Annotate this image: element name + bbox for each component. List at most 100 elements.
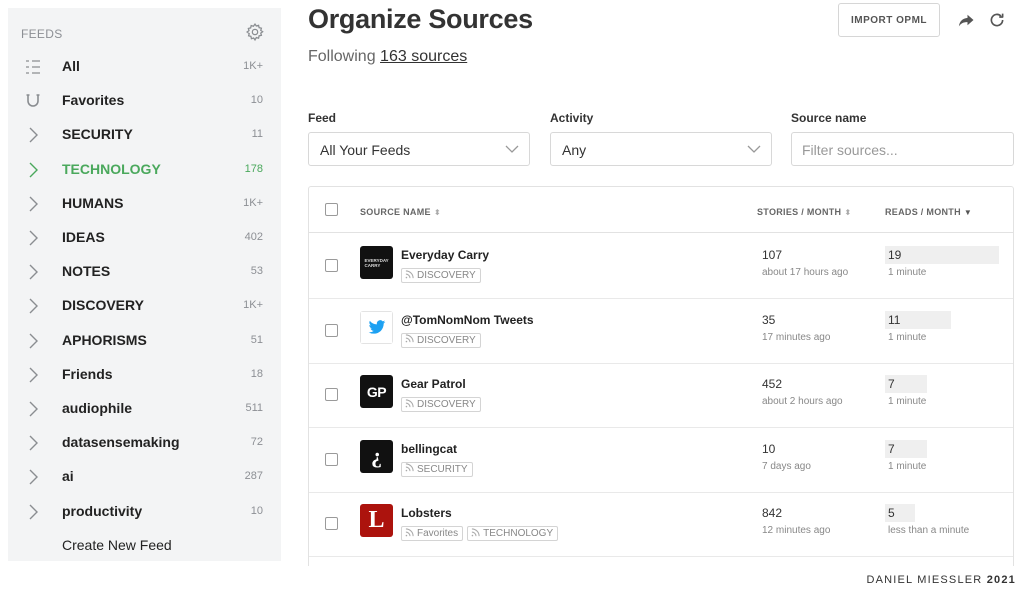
chevron-right-icon [24,263,42,281]
sidebar-item-discovery[interactable]: DISCOVERY 1K+ [8,289,281,323]
chevron-right-icon [24,229,42,247]
sidebar-item-label: Favorites [62,92,125,109]
sidebar-item-security[interactable]: SECURITY 11 [8,118,281,152]
feed-tag[interactable]: DISCOVERY [401,332,481,348]
stories-count: 107 [762,248,783,262]
reads-time: 1 minute [888,460,927,472]
credit-year: 2021 [986,574,1016,586]
share-icon[interactable] [957,11,975,29]
create-new-feed-link[interactable]: Create New Feed [62,537,172,553]
chevron-down-icon [747,145,761,153]
source-tags: DISCOVERY [401,397,481,413]
feed-tag-label: TECHNOLOGY [483,528,554,540]
chevron-right-icon [24,366,42,384]
sidebar-item-count: 51 [250,333,263,346]
column-stories-label: STORIES / MONTH [757,207,842,217]
stories-count: 842 [762,506,783,521]
source-name[interactable]: bellingcat [401,442,457,456]
sidebar-item-label: ai [62,468,74,485]
sidebar-item-datasensemaking[interactable]: datasensemaking 72 [8,426,281,460]
row-checkbox[interactable] [325,259,338,272]
chevron-right-icon [24,332,42,350]
select-all-checkbox[interactable] [325,203,338,216]
sidebar-item-productivity[interactable]: productivity 10 [8,495,281,529]
sidebar-item-all[interactable]: All 1K+ [8,50,281,84]
following-sources-link[interactable]: 163 sources [380,48,467,65]
source-tags: DISCOVERY [401,268,481,283]
source-name-filter-label: Source name [791,111,867,125]
sidebar-item-ideas[interactable]: IDEAS 402 [8,221,281,255]
column-stories-month[interactable]: STORIES / MONTH ⬍ [757,207,851,217]
rss-icon [405,269,414,282]
sidebar-item-audiophile[interactable]: audiophile 511 [8,392,281,426]
rss-icon [471,528,480,540]
activity-select-value: Any [562,142,587,158]
table-row[interactable]: GP Gear Patrol DISCOVERY 452 about 2 hours a… [309,363,1013,429]
table-row[interactable]: L Lobsters Favorites TECHNOLOGY 842 12 minute… [309,492,1013,558]
table-row[interactable]: ¿ bellingcat SECURITY 10 7 days ago 7 1 minute [309,428,1013,493]
chevron-right-icon [24,468,42,486]
source-name[interactable]: @TomNomNom Tweets [401,313,534,327]
table-row[interactable]: @TomNomNom Tweets DISCOVERY 35 17 minutes a… [309,299,1013,364]
source-name[interactable]: Gear Patrol [401,377,466,391]
feed-tag[interactable]: SECURITY [401,461,473,477]
sort-descending-icon: ▼ [963,208,973,217]
reads-time: 1 minute [888,331,927,343]
sort-icon: ⬍ [433,208,441,217]
sidebar-item-label: productivity [62,502,143,519]
following-summary: Following 163 sources [308,48,467,66]
sidebar-header: FEEDS [8,8,281,56]
column-reads-month[interactable]: READS / MONTH ▼ [885,207,972,217]
column-source-name-label: SOURCE NAME [360,207,431,217]
sidebar-item-count: 511 [245,402,263,414]
row-checkbox[interactable] [325,388,338,402]
column-reads-label: READS / MONTH [885,207,961,217]
sidebar-item-label: NOTES [62,263,111,280]
feed-tag[interactable]: DISCOVERY [401,268,481,283]
row-checkbox[interactable] [325,452,338,466]
sidebar-item-friends[interactable]: Friends 18 [8,358,281,392]
feed-tag[interactable]: DISCOVERY [401,397,481,413]
source-name[interactable]: Everyday Carry [401,248,489,262]
sidebar-item-notes[interactable]: NOTES 53 [8,255,281,289]
chevron-right-icon [24,297,42,315]
activity-filter-label: Activity [550,111,594,125]
row-checkbox[interactable] [325,323,338,337]
stories-last-updated: about 2 hours ago [762,396,843,408]
chevron-right-icon [24,400,42,418]
source-name[interactable]: Lobsters [401,506,452,520]
feed-tag[interactable]: TECHNOLOGY [467,526,559,542]
reads-time: 1 minute [888,267,927,278]
stories-count: 35 [762,312,776,327]
horseshoe-icon [24,92,42,110]
bellingcat-logo: ¿ [360,439,393,473]
sidebar-item-humans[interactable]: HUMANS 1K+ [8,187,281,221]
table-row[interactable]: EVERYDAY CARRY Everyday Carry DISCOVERY 107… [309,234,1013,299]
stories-count: 10 [762,441,776,456]
rss-icon [405,528,414,540]
sidebar-item-label: SECURITY [62,126,133,143]
column-source-name[interactable]: SOURCE NAME ⬍ [360,207,441,217]
import-opml-button[interactable]: IMPORT OPML [838,3,940,37]
chevron-down-icon [505,145,519,153]
refresh-icon[interactable] [988,11,1006,29]
gear-icon[interactable] [245,22,265,42]
source-tags: DISCOVERY [401,332,481,348]
source-name-input[interactable]: Filter sources... [791,132,1014,166]
source-tags: SECURITY [401,461,473,477]
row-checkbox[interactable] [325,517,338,531]
sidebar-item-aphorisms[interactable]: APHORISMS 51 [8,324,281,358]
feed-select-value: All Your Feeds [320,142,411,158]
lobsters-logo: L [360,504,393,538]
sidebar-item-ai[interactable]: ai 287 [8,460,281,494]
sidebar-item-technology[interactable]: TECHNOLOGY 178 [8,153,281,187]
feed-tag[interactable]: Favorites [401,526,464,542]
sidebar-item-favorites[interactable]: Favorites 10 [8,84,281,118]
activity-select[interactable]: Any [550,132,772,166]
list-icon [24,58,42,76]
stories-last-updated: 7 days ago [762,460,811,472]
chevron-right-icon [24,195,42,213]
reads-count: 7 [888,377,895,392]
feed-select[interactable]: All Your Feeds [308,132,530,166]
feed-tag-label: DISCOVERY [417,399,476,411]
